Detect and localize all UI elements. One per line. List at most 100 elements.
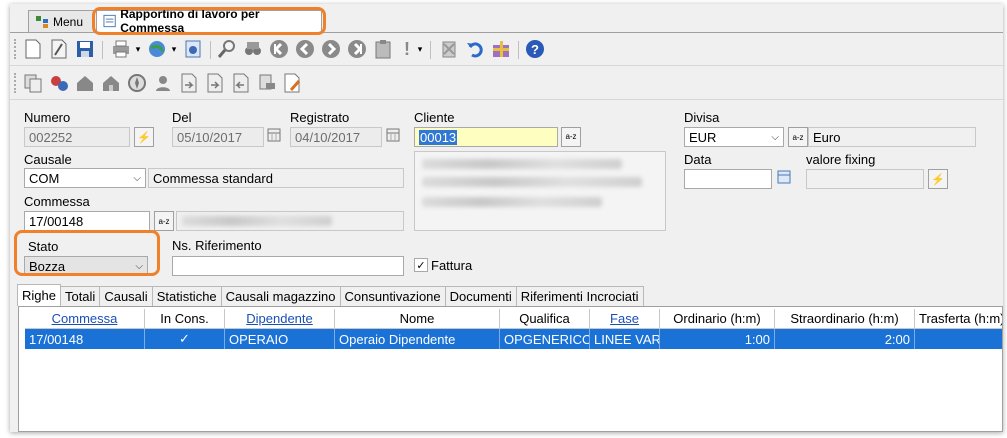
column-header-qualifica[interactable]: Qualifica [500, 309, 590, 329]
cell-ordinario[interactable]: 1:00 [660, 329, 775, 349]
column-header-label: Ordinario (h:m) [673, 311, 761, 326]
gift-icon[interactable] [490, 38, 512, 60]
cell-in-cons-check[interactable]: ✓ [145, 329, 225, 349]
document-arrow-icon[interactable] [230, 72, 252, 94]
next-record-icon[interactable] [320, 38, 342, 60]
chevron-down-icon: ⌵ [133, 172, 141, 184]
column-header-label: Fase [610, 311, 639, 326]
cliente-label: Cliente [414, 110, 455, 125]
svg-text:?: ? [531, 42, 539, 57]
house-icon[interactable] [74, 72, 96, 94]
tab-consuntivazione[interactable]: Consuntivazione [339, 286, 446, 306]
causale-select[interactable]: COM ⌵ [24, 168, 146, 188]
tab-menu[interactable]: Menu [28, 10, 94, 32]
lightning-icon[interactable]: ⚡ [134, 127, 154, 147]
cell-qualifica[interactable]: OPGENERICO [500, 329, 590, 349]
numero-field[interactable]: 002252 [24, 127, 130, 147]
toolbar-separator [210, 41, 211, 59]
tab-statistiche[interactable]: Statistiche [151, 286, 222, 306]
previous-record-icon[interactable] [294, 38, 316, 60]
valore-fixing-field[interactable] [806, 169, 924, 189]
commessa-field[interactable]: 17/00148 [24, 211, 150, 231]
divisa-select[interactable]: EUR ⌵ [684, 127, 784, 147]
house-icon[interactable] [100, 72, 122, 94]
document-arrow-icon[interactable] [204, 72, 226, 94]
lightning-icon[interactable]: ⚡ [928, 169, 948, 189]
data-field[interactable] [684, 169, 772, 189]
new-document-icon[interactable] [22, 38, 44, 60]
toolbar-separator [518, 41, 519, 59]
ns-riferimento-field[interactable] [172, 256, 404, 276]
print-icon[interactable] [110, 38, 132, 60]
del-date-field[interactable]: 05/10/2017 [172, 127, 264, 147]
column-header-label: Qualifica [519, 311, 570, 326]
chevron-down-icon[interactable]: ▾ [168, 38, 180, 60]
cell-trasferta[interactable]: 3 [915, 329, 1002, 349]
column-header-trasferta[interactable]: Trasferta (h:m) [915, 309, 1002, 329]
divisa-description: Euro [808, 127, 976, 147]
cell-straordinario[interactable]: 2:00 [775, 329, 915, 349]
lookup-az-icon[interactable]: a-z [154, 211, 174, 231]
chevron-down-icon: ⌵ [135, 260, 143, 272]
column-header-straordinario[interactable]: Straordinario (h:m) [775, 309, 915, 329]
user-icon[interactable] [152, 72, 174, 94]
chevron-down-icon[interactable]: ▾ [132, 38, 144, 60]
search-icon[interactable] [216, 38, 238, 60]
document-tabstrip: Menu Rapportino di lavoro per Commessa [10, 4, 1003, 35]
stato-select[interactable]: Bozza ⌵ [24, 256, 148, 276]
registrato-date-field[interactable]: 04/10/2017 [290, 127, 382, 147]
tab-rapportino[interactable]: Rapportino di lavoro per Commessa [96, 7, 322, 35]
tab-rapportino-label: Rapportino di lavoro per Commessa [120, 7, 260, 35]
lookup-az-icon[interactable]: a-z [788, 127, 808, 147]
globe-icon[interactable] [146, 38, 168, 60]
column-header-commessa[interactable]: Commessa [25, 309, 145, 329]
document-arrow-icon[interactable] [178, 72, 200, 94]
column-header-label: In Cons. [160, 311, 209, 326]
tab-documenti[interactable]: Documenti [444, 286, 517, 306]
column-header-dipendente[interactable]: Dipendente [225, 309, 335, 329]
column-header-fase[interactable]: Fase [590, 309, 660, 329]
last-record-icon[interactable] [346, 38, 368, 60]
divisa-value: EUR [689, 129, 717, 145]
undo-icon[interactable] [464, 38, 486, 60]
column-header-nome[interactable]: Nome [335, 309, 500, 329]
column-header-ordinario[interactable]: Ordinario (h:m) [660, 309, 775, 329]
lookup-az-icon[interactable]: a-z [561, 127, 581, 147]
cell-commessa[interactable]: 17/00148 [25, 329, 145, 349]
tab-riferimenti-incrociati[interactable]: Riferimenti Incrociati [515, 286, 644, 306]
tab-righe[interactable]: Righe [17, 284, 61, 306]
delete-icon[interactable] [438, 38, 460, 60]
table-row[interactable]: 17/00148 ✓ OPERAIO Operaio Dipendente OP… [25, 329, 1002, 349]
tab-causali[interactable]: Causali [99, 286, 153, 306]
column-header-in-cons[interactable]: In Cons. [145, 309, 225, 329]
tab-totali[interactable]: Totali [59, 286, 101, 306]
save-icon[interactable] [74, 38, 96, 60]
fattura-checkbox[interactable]: ✓ [414, 258, 428, 272]
tab-causali-magazzino[interactable]: Causali magazzino [220, 286, 341, 306]
cart-document-icon[interactable] [256, 72, 278, 94]
cell-dipendente[interactable]: OPERAIO [225, 329, 335, 349]
gears-icon[interactable] [48, 72, 70, 94]
cell-fase[interactable]: LINEE VAR [590, 329, 660, 349]
cell-nome[interactable]: Operaio Dipendente [335, 329, 500, 349]
calendar-icon[interactable] [385, 127, 401, 143]
causale-description: Commessa standard [148, 168, 404, 188]
gear-document-icon[interactable] [182, 38, 204, 60]
clipboard-icon[interactable] [372, 38, 394, 60]
help-icon[interactable]: ? [524, 38, 546, 60]
edit-document-icon[interactable] [48, 38, 70, 60]
chevron-down-icon[interactable]: ▾ [414, 38, 426, 60]
calendar-icon[interactable] [776, 169, 792, 185]
compass-icon[interactable] [126, 72, 148, 94]
fattura-label: Fattura [431, 258, 473, 273]
first-record-icon[interactable] [268, 38, 290, 60]
copy-document-icon[interactable] [22, 72, 44, 94]
toolbar-grip[interactable] [14, 39, 19, 59]
toolbar-grip[interactable] [14, 73, 19, 93]
cliente-field[interactable]: 00013 [414, 127, 558, 147]
stato-value: Bozza [29, 258, 66, 274]
calendar-icon[interactable] [266, 127, 282, 143]
document-icon [103, 14, 116, 28]
document-edit-icon[interactable] [282, 72, 304, 94]
binoculars-icon[interactable] [242, 38, 264, 60]
